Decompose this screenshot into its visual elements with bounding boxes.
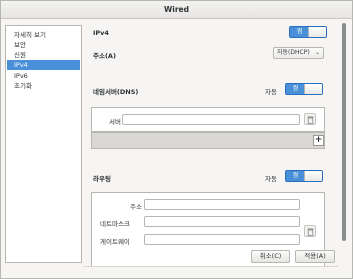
ipv4-label: IPv4 [93, 29, 109, 37]
window-title: Wired [1, 1, 352, 19]
cancel-button[interactable]: 취소(C) [251, 250, 290, 263]
scrollbar-thumb[interactable] [342, 23, 346, 241]
route-netmask-label: 네트마스크 [100, 220, 130, 228]
ipv4-settings-panel: IPv4 켬 주소(A) 자동(DHCP) ⌄ 네임서버(DNS) 자동 켬 서… [83, 20, 335, 266]
apply-button[interactable]: 적용(A) [295, 250, 335, 263]
add-dns-server-button[interactable]: + [313, 135, 324, 146]
chevron-down-icon: ⌄ [314, 49, 320, 56]
route-address-input[interactable] [144, 199, 300, 210]
dns-toggle-on-label: 켬 [286, 84, 305, 94]
dns-server-input[interactable] [122, 114, 300, 125]
settings-window: Wired 자세히 보기 보안 신원 IPv4 IPv6 초기화 IPv4 켬 … [0, 0, 353, 279]
ipv4-toggle-on-label: 켬 [290, 27, 309, 37]
dns-server-list: 서버 [91, 107, 325, 132]
trash-icon [307, 228, 314, 236]
sidebar-item-ipv6[interactable]: IPv6 [7, 71, 80, 81]
dns-label: 네임서버(DNS) [93, 88, 139, 96]
address-label: 주소(A) [93, 52, 116, 60]
routes-auto-label: 자동 [265, 175, 277, 183]
sidebar-item-ipv4[interactable]: IPv4 [7, 60, 80, 70]
route-gateway-label: 게이트웨이 [100, 238, 130, 246]
footer-divider [83, 266, 338, 267]
dns-server-label: 서버 [109, 118, 121, 126]
address-method-select[interactable]: 자동(DHCP) ⌄ [273, 47, 324, 59]
routes-toggle-knob [304, 171, 322, 181]
address-method-value: 자동(DHCP) [277, 49, 310, 56]
routes-label: 라우팅 [93, 175, 111, 183]
ipv4-toggle-knob [308, 27, 326, 37]
route-gateway-input[interactable] [144, 234, 300, 245]
sidebar-item-security[interactable]: 보안 [7, 40, 80, 50]
routes-auto-toggle[interactable]: 켬 [285, 170, 323, 182]
route-netmask-input[interactable] [144, 216, 300, 227]
sidebar: 자세히 보기 보안 신원 IPv4 IPv6 초기화 [5, 25, 82, 263]
sidebar-item-details[interactable]: 자세히 보기 [7, 30, 80, 40]
dns-delete-button[interactable] [304, 113, 316, 125]
dns-toggle-knob [304, 84, 322, 94]
dns-auto-toggle[interactable]: 켬 [285, 83, 323, 95]
dns-auto-label: 자동 [265, 88, 277, 96]
sidebar-item-identity[interactable]: 신원 [7, 50, 80, 60]
route-address-label: 주소 [130, 203, 142, 211]
trash-icon [307, 116, 314, 124]
ipv4-toggle[interactable]: 켬 [289, 26, 327, 38]
route-delete-button[interactable] [304, 225, 316, 237]
routes-toggle-on-label: 켬 [286, 171, 305, 181]
sidebar-item-reset[interactable]: 초기화 [7, 81, 80, 91]
dns-list-toolbar: + [91, 132, 325, 149]
